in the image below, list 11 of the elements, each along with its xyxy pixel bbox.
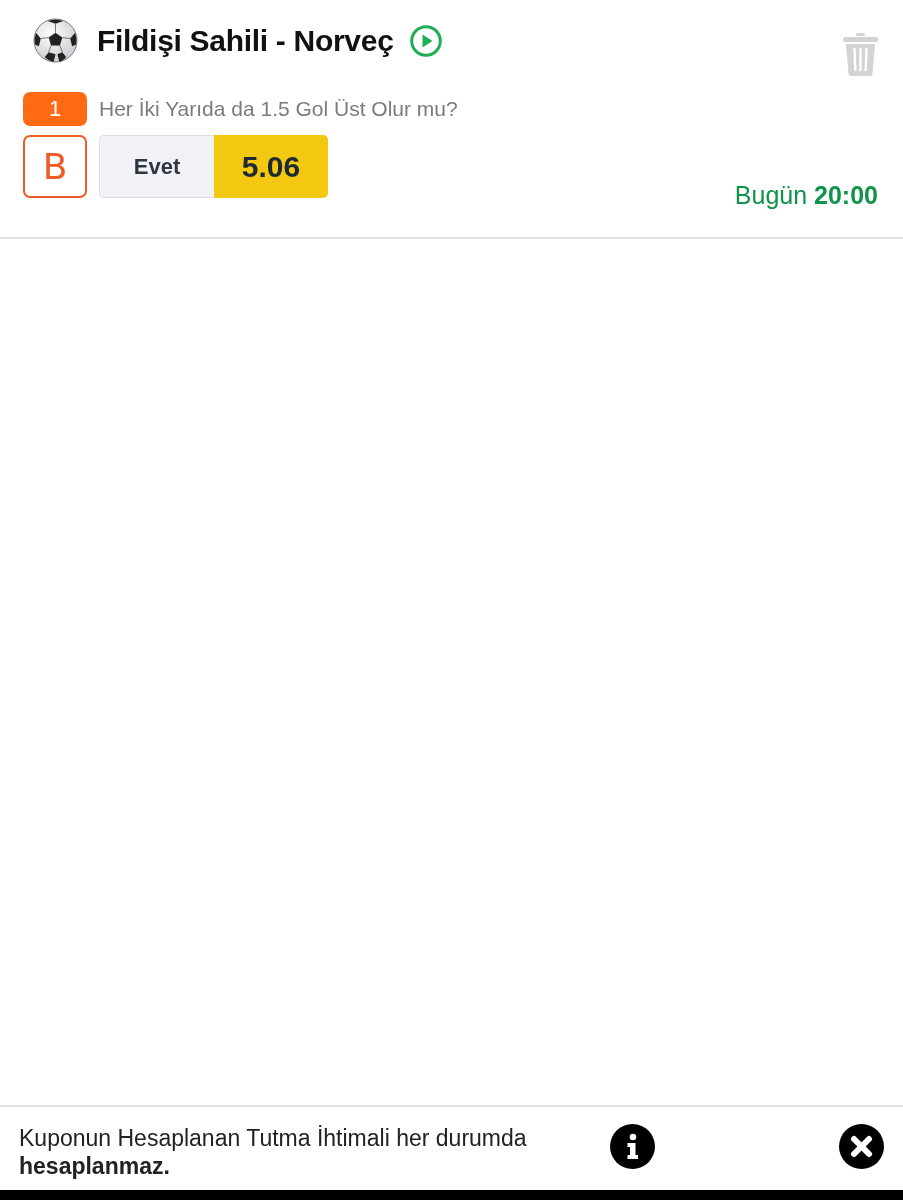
match-title: Fildişi Sahili - Norveç xyxy=(97,23,394,59)
soccer-ball-icon xyxy=(33,18,78,63)
number-badge: 1 xyxy=(23,92,87,126)
kickoff-time: Bugün 20:00 xyxy=(734,181,878,210)
info-message: Kuponun Hesaplanan Tutma İhtimali her durumda hesaplanmaz. xyxy=(19,1124,528,1180)
outcome-label: Evet xyxy=(99,135,214,198)
market-question: Her İki Yarıda da 1.5 Gol Üst Olur mu? xyxy=(99,97,458,121)
odds-button[interactable]: 5.06 xyxy=(214,135,328,198)
close-icon[interactable] xyxy=(839,1124,884,1169)
play-icon[interactable] xyxy=(409,25,442,57)
info-icon[interactable] xyxy=(610,1124,655,1169)
